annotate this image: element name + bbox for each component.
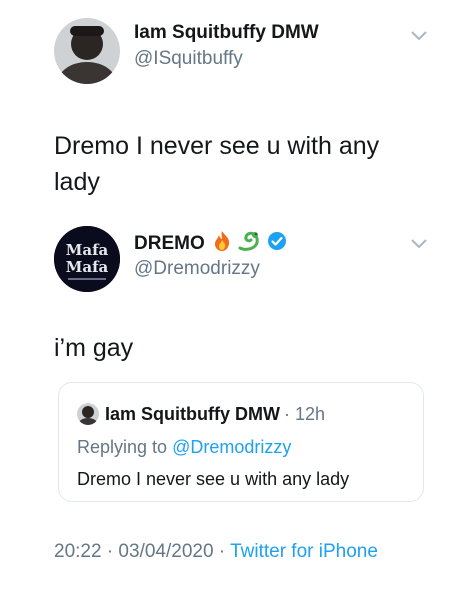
quoted-time: · 12h bbox=[283, 403, 326, 424]
avatar-squitbuffy[interactable] bbox=[54, 18, 120, 84]
quoted-author-row: Iam Squitbuffy DMW · 12h bbox=[77, 403, 325, 425]
person-avatar-image bbox=[54, 18, 120, 84]
reply-text: i’m gay bbox=[54, 334, 134, 362]
replying-to-line: Replying to @Dremodrizzy bbox=[77, 437, 291, 458]
tweet-timestamp[interactable]: 20:22 · 03/04/2020 · bbox=[54, 541, 230, 562]
avatar-logo-line1: Mafa bbox=[66, 241, 109, 259]
chevron-down-icon[interactable] bbox=[410, 238, 428, 250]
tweet-source-link[interactable]: Twitter for iPhone bbox=[230, 541, 378, 562]
tweet-text: Dremo I never see u with any lady bbox=[54, 132, 380, 196]
mafa-logo: Mafa Mafa bbox=[54, 226, 120, 292]
verified-badge-icon bbox=[267, 231, 287, 257]
quoted-text: Dremo I never see u with any lady bbox=[77, 469, 350, 489]
quoted-author-name[interactable]: Iam Squitbuffy DMW bbox=[105, 404, 280, 425]
tweet-author-name[interactable]: Iam Squitbuffy DMW bbox=[134, 22, 319, 44]
replying-prefix: Replying to bbox=[77, 437, 173, 457]
reply-author-row[interactable]: DREMO bbox=[134, 230, 287, 258]
fire-icon bbox=[213, 230, 231, 258]
avatar-logo-line2: Mafa bbox=[66, 258, 109, 276]
tweet-author-handle[interactable]: @ISquitbuffy bbox=[134, 48, 243, 70]
reply-author-name: DREMO bbox=[134, 233, 205, 254]
avatar-dremo[interactable]: Mafa Mafa bbox=[54, 226, 120, 292]
tweet-meta: 20:22 · 03/04/2020 · Twitter for iPhone bbox=[54, 538, 414, 565]
replying-mention-link[interactable]: @Dremodrizzy bbox=[172, 437, 291, 457]
dragon-icon bbox=[237, 230, 261, 258]
reply-author-handle[interactable]: @Dremodrizzy bbox=[134, 258, 260, 280]
quoted-avatar[interactable] bbox=[77, 403, 99, 425]
chevron-down-icon[interactable] bbox=[410, 30, 428, 42]
quoted-tweet-card[interactable]: Iam Squitbuffy DMW · 12h Replying to @Dr… bbox=[58, 382, 424, 502]
